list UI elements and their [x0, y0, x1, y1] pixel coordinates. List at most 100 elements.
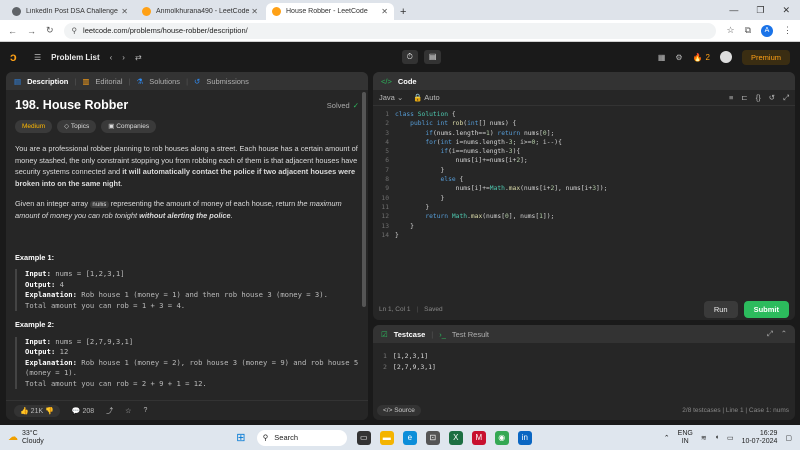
shuffle-icon[interactable]: ⇄ [135, 53, 142, 62]
minimize-icon[interactable]: — [729, 5, 738, 15]
code-editor[interactable]: 1 2 3 4 5 6 7 8 9 10 11 12 13 14 class Solution { pub… [373, 106, 795, 240]
excel-icon[interactable]: X [448, 430, 463, 445]
streak-fire-icon[interactable]: 🔥 [693, 53, 703, 62]
companies-chip[interactable]: ▣ Companies [101, 119, 157, 134]
comments-button[interactable]: 💬 208 [72, 407, 94, 415]
store-icon[interactable]: ⊡ [425, 430, 440, 445]
favorite-star-icon[interactable]: ☆ [125, 407, 131, 415]
close-window-icon[interactable]: ✕ [782, 5, 790, 16]
tab-submissions[interactable]: Submissions [206, 77, 249, 86]
lock-icon: 🔒 [413, 93, 425, 102]
topics-chip[interactable]: ◇ Topics [57, 119, 97, 134]
leetcode-nav: ↄ ☰ Problem List ‹ › ⇄ ⏱ ▤ ▦ ⚙ 🔥 2 Premi… [0, 42, 800, 72]
notifications-icon[interactable]: ▢ [785, 434, 792, 442]
code-tab[interactable]: Code [398, 77, 417, 86]
close-icon[interactable]: ✕ [121, 7, 128, 16]
close-icon[interactable]: ✕ [381, 7, 388, 16]
menu-dots-icon[interactable]: ⋮ [783, 25, 792, 36]
thumb-down-icon[interactable]: 👎 [45, 408, 54, 415]
tray-chevron-icon[interactable]: ⌃ [664, 434, 670, 442]
wifi-icon[interactable]: ≋ [701, 434, 707, 442]
file-explorer-icon[interactable]: ▬ [379, 430, 394, 445]
battery-icon[interactable]: ▭ [727, 434, 734, 442]
auto-mode[interactable]: 🔒 Auto [413, 93, 439, 102]
tab-test-result[interactable]: Test Result [452, 330, 489, 339]
tab-editorial[interactable]: Editorial [95, 77, 122, 86]
clock[interactable]: 16:29 10-07-2024 [742, 430, 778, 446]
source-button[interactable]: </> Source [377, 404, 421, 416]
weather-widget[interactable]: 33°C Cloudy [22, 430, 44, 446]
forward-icon[interactable]: → [27, 26, 36, 36]
next-problem-icon[interactable]: › [122, 53, 125, 62]
testcase-row[interactable]: 1 [1,2,3,1] [383, 351, 785, 362]
volume-icon[interactable]: ◖ [715, 434, 719, 441]
task-view-icon[interactable]: ▭ [356, 430, 371, 445]
weather-icon[interactable]: ☁ [8, 432, 18, 443]
help-icon[interactable]: ? [143, 407, 147, 414]
leetcode-logo-icon[interactable]: ↄ [10, 50, 24, 64]
submit-button[interactable]: Submit [743, 300, 789, 318]
testcase-row[interactable]: 2 [2,7,9,3,1] [383, 362, 785, 373]
input-label: Input: [25, 336, 51, 346]
linkedin-icon[interactable]: in [517, 430, 532, 445]
expand-icon[interactable]: ⤢ [767, 329, 773, 339]
maximize-icon[interactable]: ❐ [756, 5, 764, 16]
tab-description[interactable]: Description [27, 77, 68, 86]
para2-b: representing the amount of money of each… [110, 198, 296, 208]
tab-testcase[interactable]: Testcase [394, 330, 426, 339]
solved-status: Solved ✓ [327, 100, 359, 112]
leetcode-icon [272, 7, 281, 16]
layout-icon[interactable]: ▦ [658, 53, 666, 62]
code-header: </> Code [373, 72, 795, 90]
reload-icon[interactable]: ↻ [46, 25, 54, 36]
settings-gear-icon[interactable]: ⚙ [675, 53, 682, 62]
user-avatar[interactable] [719, 51, 732, 63]
collapse-icon[interactable]: ⌃ [781, 329, 787, 339]
example-2-heading: Example 2: [15, 320, 55, 330]
format-icon[interactable]: ≡ [729, 93, 733, 103]
comment-icon: 💬 [71, 407, 83, 415]
close-icon[interactable]: ✕ [251, 7, 258, 16]
language-select[interactable]: Java ⌄ [379, 93, 403, 102]
run-button[interactable]: Run [703, 300, 738, 318]
windows-start-icon[interactable]: ⊞ [234, 431, 248, 445]
browser-tab-profile[interactable]: Anmolkhurana490 - LeetCode ✕ [136, 3, 264, 20]
problem-list-link[interactable]: Problem List [51, 53, 99, 62]
line-numbers: 1 2 3 4 5 6 7 8 9 10 11 12 13 14 [381, 111, 389, 239]
problem-title: 198. House Robber [15, 98, 129, 112]
timer-icon[interactable]: ⏱ [401, 50, 418, 64]
new-tab-button[interactable]: + [400, 6, 406, 18]
code-icon: </> [381, 76, 392, 86]
prev-problem-icon[interactable]: ‹ [110, 53, 113, 62]
mode-label: Auto [424, 93, 440, 102]
bookmark-icon[interactable]: ⊏ [741, 93, 747, 103]
url-field[interactable]: ⚲ leetcode.com/problems/house-robber/des… [63, 22, 717, 39]
browser-tab-linkedin[interactable]: LinkedIn Post DSA Challenge ✕ [6, 3, 134, 20]
notes-icon[interactable]: ▤ [423, 50, 442, 64]
share-icon[interactable]: ⤴ [106, 406, 113, 416]
site-info-icon[interactable]: ⚲ [72, 26, 78, 35]
back-icon[interactable]: ← [8, 26, 17, 36]
description-scrollbar[interactable] [362, 92, 366, 307]
code-icon: </> [383, 406, 395, 414]
reset-icon[interactable]: ↺ [769, 93, 775, 103]
description-footer: 👍 21K 👎 💬 208 ⤴ ☆ ? [6, 400, 368, 420]
mcafee-icon[interactable]: M [471, 430, 486, 445]
solved-label: Solved [326, 101, 350, 110]
language-indicator[interactable]: ENG IN [678, 430, 693, 446]
example-2: Input: nums = [2,7,9,3,1] Output: 12 Exp… [15, 336, 359, 390]
like-button[interactable]: 👍 21K 👎 [14, 404, 60, 417]
description-tabs: ▤ Description | ▥ Editorial | ⚗ Solution… [6, 72, 368, 90]
fullscreen-icon[interactable]: ⤢ [783, 93, 789, 103]
taskbar-search[interactable]: ⚲ Search [256, 429, 347, 446]
bookmark-star-icon[interactable]: ☆ [726, 25, 734, 36]
profile-avatar[interactable]: A [761, 24, 773, 37]
extensions-icon[interactable]: ⧉ [745, 25, 751, 36]
braces-icon[interactable]: {} [756, 93, 761, 103]
edge-icon[interactable]: e [402, 430, 417, 445]
chrome-icon[interactable]: ◉ [494, 430, 509, 445]
premium-button[interactable]: Premium [741, 49, 790, 65]
browser-tab-house-robber[interactable]: House Robber - LeetCode ✕ [266, 3, 394, 20]
testcase-tabs: ☑ Testcase | ›_ Test Result ⤢ ⌃ [373, 325, 795, 343]
tab-solutions[interactable]: Solutions [149, 77, 180, 86]
